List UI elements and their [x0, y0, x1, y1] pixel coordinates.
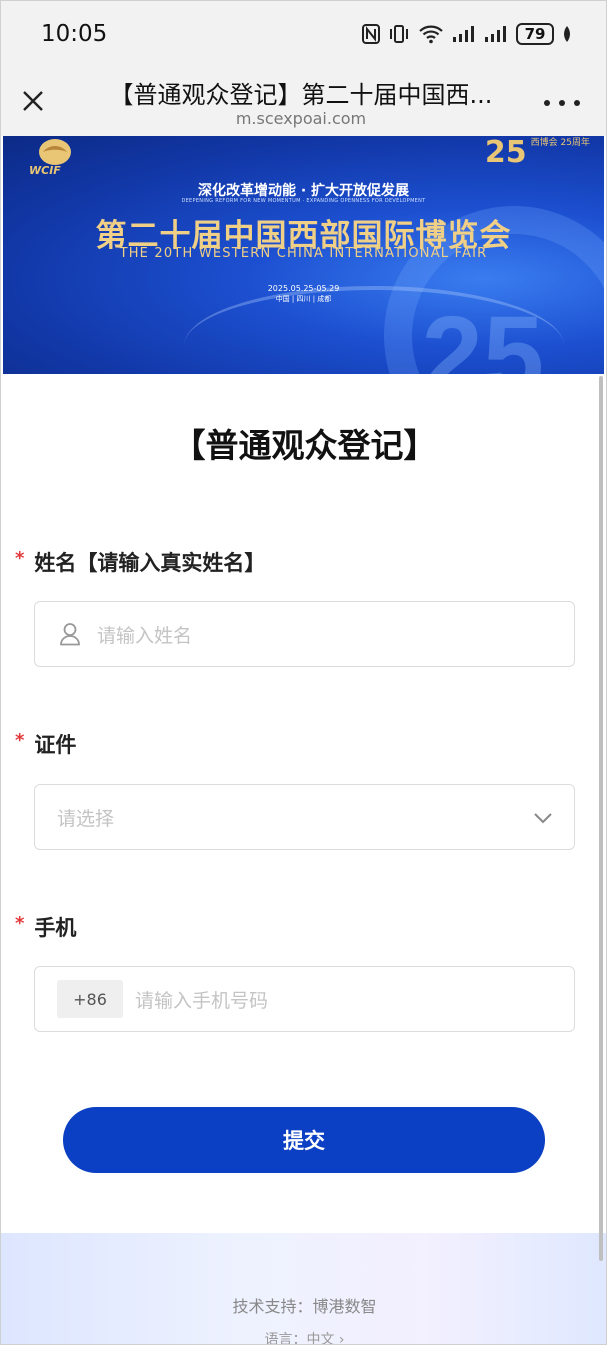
required-mark: *: [15, 912, 25, 934]
leaf-icon: [562, 25, 572, 43]
status-time: 10:05: [41, 21, 108, 47]
required-mark: *: [15, 547, 25, 569]
name-label-text: 姓名【请输入真实姓名】: [34, 551, 266, 575]
id-label-text: 证件: [34, 733, 77, 757]
browser-bar: 【普通观众登记】第二十届中国西... m.scexpoai.com: [1, 67, 606, 136]
name-input[interactable]: 请输入姓名: [34, 601, 575, 667]
status-bar: 10:05 79: [1, 1, 606, 67]
language-switch[interactable]: 语言：中文 ›: [1, 1329, 606, 1344]
phone-screen: 10:05 79 【普通观众登记】第二十届中国西... m.scexpoai.c…: [0, 0, 607, 1345]
form-title: 【普通观众登记】: [172, 426, 437, 465]
anniversary-number: 25: [484, 136, 527, 170]
browser-url: m.scexpoai.com: [235, 109, 367, 128]
banner-date: 2025.05.25-05.29: [267, 284, 340, 293]
signal-icon: [452, 25, 476, 43]
phone-label-text: 手机: [34, 916, 77, 940]
browser-page-title: 【普通观众登记】第二十届中国西...: [109, 81, 493, 109]
submit-button[interactable]: 提交: [63, 1107, 545, 1173]
country-code-selector[interactable]: +86: [57, 980, 123, 1018]
banner-title-en: THE 20TH WESTERN CHINA INTERNATIONAL FAI…: [119, 246, 488, 261]
vibrate-icon: [388, 24, 410, 44]
close-button[interactable]: [17, 85, 49, 117]
scrollbar[interactable]: [599, 376, 603, 1261]
nfc-icon: [362, 24, 380, 44]
name-placeholder: 请输入姓名: [97, 624, 193, 647]
banner-watermark-number: 25: [421, 294, 544, 375]
id-type-placeholder: 请选择: [57, 807, 115, 830]
page-footer: 技术支持：博港数智 语言：中文 ›: [1, 1233, 606, 1344]
tech-support-text: 技术支持：博港数智: [232, 1297, 377, 1316]
anniversary-text: 西博会 25周年: [530, 138, 590, 148]
id-label: * 证件: [15, 729, 76, 759]
id-type-select[interactable]: 请选择: [34, 784, 575, 850]
wifi-icon: [418, 24, 444, 44]
signal-icon: [484, 25, 508, 43]
phone-label: * 手机: [15, 912, 76, 942]
battery-icon: 79: [516, 23, 554, 45]
event-banner: 25 WCIF 25 西博会 25周年 深化改革增动能 · 扩大开放促发展 DE…: [3, 136, 604, 374]
user-icon: [57, 621, 83, 647]
more-dot-icon: [544, 100, 550, 106]
phone-input[interactable]: +86 请输入手机号码: [34, 966, 575, 1032]
name-label: * 姓名【请输入真实姓名】: [15, 547, 265, 577]
banner-place: 中国 | 四川 | 成都: [275, 295, 332, 303]
chevron-down-icon: [534, 813, 552, 824]
banner-slogan-en: DEEPENING REFORM FOR NEW MOMENTUM · EXPA…: [181, 198, 426, 204]
anniversary-badge: 25 西博会 25周年: [485, 138, 590, 168]
status-icons: 79: [362, 21, 572, 47]
more-options-button[interactable]: [544, 93, 580, 113]
banner-slogan: 深化改革增动能 · 扩大开放促发展: [197, 183, 410, 199]
more-dot-icon: [559, 100, 565, 106]
event-logo-text: WCIF: [29, 164, 61, 177]
more-dot-icon: [574, 100, 580, 106]
close-icon: [23, 91, 43, 111]
required-mark: *: [15, 729, 25, 751]
phone-placeholder: 请输入手机号码: [135, 989, 269, 1012]
